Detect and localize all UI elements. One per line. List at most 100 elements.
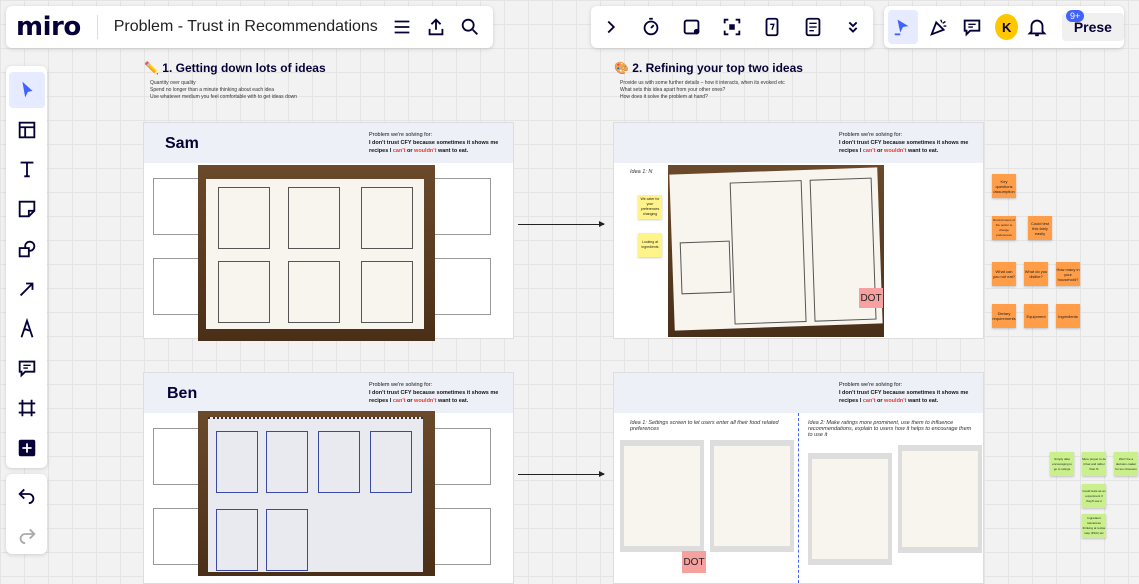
sketch-box xyxy=(218,261,270,323)
problem-wouldnt: wouldn't xyxy=(414,398,437,404)
sticky-note[interactable]: Key questions /assumption xyxy=(992,174,1016,198)
sticky-note[interactable]: We cater for your preferences changing xyxy=(638,195,662,219)
problem-statement: Problem we're solving for: I don't trust… xyxy=(839,381,979,405)
section-2-bullets: Provide us with some further details – h… xyxy=(620,80,785,101)
bell-icon[interactable] xyxy=(1022,10,1052,44)
section-2-title: 🎨 2. Refining your top two ideas xyxy=(614,61,803,75)
sticky-note[interactable]: How many in your household? xyxy=(1056,262,1080,286)
problem-end: want to eat. xyxy=(437,398,469,404)
sketch-paper xyxy=(714,446,790,546)
bullet: Use whatever medium you feel comfortable… xyxy=(150,94,298,100)
sticky-note[interactable]: More proper to do it fuel and rather tha… xyxy=(1082,452,1106,476)
celebrate-icon[interactable] xyxy=(924,10,954,44)
chevron-right-icon[interactable] xyxy=(594,10,628,44)
idea-2-label: Idea 2: Make ratings more prominent, use… xyxy=(808,420,972,438)
connection-line-icon[interactable] xyxy=(9,271,45,307)
user-avatar[interactable]: K xyxy=(995,14,1019,40)
comment-tool-icon[interactable] xyxy=(9,351,45,387)
bullet: Provide us with some further details – h… xyxy=(620,80,785,86)
wireframe-box xyxy=(434,178,491,235)
focus-icon[interactable] xyxy=(715,10,749,44)
menu-icon[interactable] xyxy=(385,10,419,44)
wireframe-box xyxy=(153,428,200,485)
sketch-photo[interactable] xyxy=(710,440,794,552)
shapes-icon[interactable] xyxy=(9,231,45,267)
problem-statement: Problem we're solving for: I don't trust… xyxy=(369,131,509,155)
sketch-photo[interactable] xyxy=(898,445,982,553)
undo-redo-panel xyxy=(6,474,47,554)
dot-marker[interactable]: DOT xyxy=(859,288,883,308)
sticky-note[interactable]: Equipment xyxy=(1024,304,1048,328)
dot-marker[interactable]: DOT xyxy=(682,551,706,573)
sticky-note[interactable]: Dietary requirements xyxy=(992,304,1016,328)
idea-1-label: Idea 1: Settings screen to let users ent… xyxy=(630,420,779,432)
sticky-note[interactable]: What can you not eat? xyxy=(992,262,1016,286)
select-cursor-icon[interactable] xyxy=(8,72,45,108)
sketch-paper xyxy=(902,451,978,547)
idea-divider xyxy=(798,413,799,583)
problem-or: or xyxy=(877,148,883,154)
frame-name: Sam xyxy=(165,135,199,152)
search-icon[interactable] xyxy=(453,10,487,44)
sticky-note[interactable]: Could tests as an experiment if they'll … xyxy=(1082,484,1106,508)
sticky-note[interactable]: What do you dislike? xyxy=(1024,262,1048,286)
sticky-note-icon[interactable] xyxy=(9,191,45,227)
frame-icon[interactable] xyxy=(9,390,45,426)
redo-icon[interactable] xyxy=(9,516,45,552)
sketch-photo[interactable] xyxy=(620,440,704,552)
notebook-binding xyxy=(208,417,423,423)
share-upload-icon[interactable] xyxy=(419,10,453,44)
sketch-photo[interactable] xyxy=(668,165,884,337)
collaboration-bar: K 9+ Prese xyxy=(884,6,1124,48)
board-header: miro Problem - Trust in Recommendations xyxy=(6,6,493,48)
sketch-photo[interactable] xyxy=(198,411,435,576)
pen-icon[interactable] xyxy=(9,311,45,347)
sam-refined-frame[interactable]: Problem we're solving for: I don't trust… xyxy=(613,122,984,339)
sticky-note[interactable]: Looking at ingredients xyxy=(638,233,662,257)
sketch-box xyxy=(370,431,412,493)
timer-icon[interactable] xyxy=(634,10,668,44)
wireframe-box xyxy=(153,508,200,565)
sketch-photo[interactable] xyxy=(808,453,892,565)
cursor-mode-icon[interactable] xyxy=(888,10,918,44)
connector-arrow[interactable] xyxy=(518,471,605,477)
comment-icon[interactable] xyxy=(958,10,988,44)
wireframe-box xyxy=(434,258,491,315)
sketch-box xyxy=(361,261,413,323)
sticky-note[interactable]: Ingredient tolerances thinking at recipe… xyxy=(1082,514,1106,538)
sam-frame[interactable]: Sam Problem we're solving for: I don't t… xyxy=(143,122,514,341)
wireframe-box xyxy=(434,508,491,565)
problem-heading: Problem we're solving for: xyxy=(839,132,903,138)
voting-icon[interactable] xyxy=(755,10,789,44)
problem-cant: can't xyxy=(862,148,876,154)
miro-logo[interactable]: miro xyxy=(16,12,81,42)
wireframe-box xyxy=(153,178,200,235)
sketch-paper xyxy=(669,167,883,331)
problem-cant: can't xyxy=(392,398,406,404)
bullet: Quantity over quality xyxy=(150,80,196,86)
sketch-box xyxy=(361,187,413,249)
text-icon[interactable] xyxy=(9,152,45,188)
board-title[interactable]: Problem - Trust in Recommendations xyxy=(114,18,378,36)
connector-arrow[interactable] xyxy=(518,221,605,227)
undo-icon[interactable] xyxy=(9,476,45,512)
sticky-note[interactable]: Won't be a decision-maker for too choose… xyxy=(1114,452,1138,476)
sketch-box xyxy=(266,431,308,493)
sketch-paper xyxy=(812,459,888,559)
sticky-note[interactable]: Remind users of the option to change pre… xyxy=(992,216,1016,240)
sticky-note[interactable]: Simply data encouraging to go to ratings xyxy=(1050,452,1074,476)
sketch-photo[interactable] xyxy=(198,165,435,341)
board-tools-bar xyxy=(591,6,873,48)
ben-frame[interactable]: Ben Problem we're solving for: I don't t… xyxy=(143,372,514,584)
add-more-icon[interactable] xyxy=(9,430,45,466)
sticky-note[interactable]: Could test this fairly easily xyxy=(1028,216,1052,240)
notification-badge: 9+ xyxy=(1066,10,1085,22)
notes-icon[interactable] xyxy=(796,10,830,44)
templates-icon[interactable] xyxy=(9,112,45,148)
card-icon[interactable] xyxy=(675,10,709,44)
ben-refined-frame[interactable]: Problem we're solving for: I don't trust… xyxy=(613,372,984,584)
sticky-note[interactable]: Ingredients xyxy=(1056,304,1080,328)
sketch-paper xyxy=(624,446,700,546)
chevron-double-down-icon[interactable] xyxy=(836,10,870,44)
idea-label: Idea 1: N xyxy=(630,169,653,175)
